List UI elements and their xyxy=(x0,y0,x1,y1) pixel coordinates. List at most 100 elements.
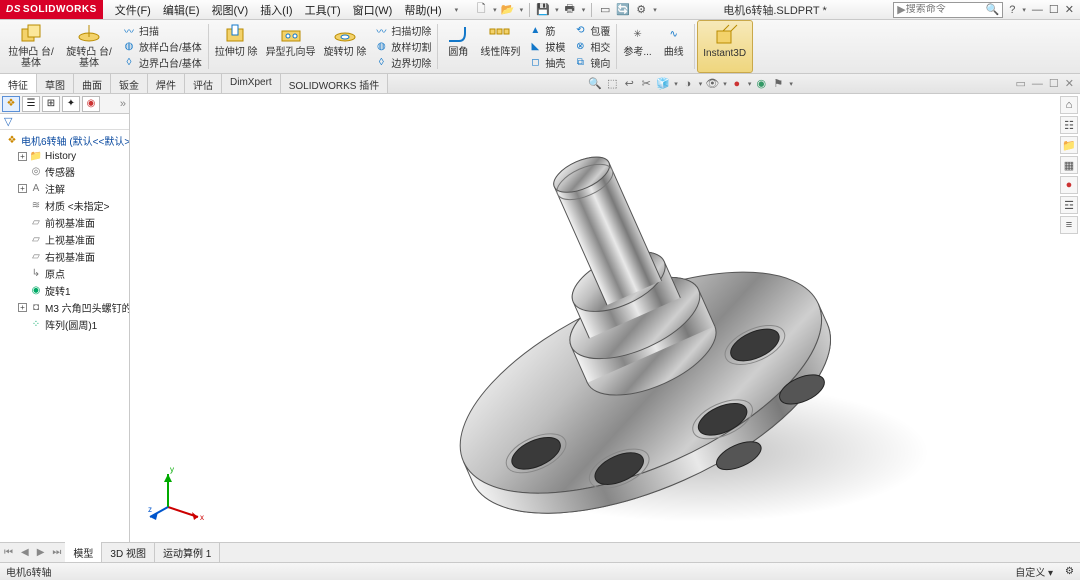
linear-pattern-button[interactable]: 线性阵列 xyxy=(476,20,524,73)
menu-window[interactable]: 窗口(W) xyxy=(347,0,399,20)
expand-icon[interactable]: + xyxy=(18,303,27,312)
tree-node-3[interactable]: ≋材质 <未指定> xyxy=(0,197,129,214)
tree-node-7[interactable]: ↳原点 xyxy=(0,265,129,282)
tree-node-1[interactable]: ◎传感器 xyxy=(0,163,129,180)
rebuild-icon[interactable]: 🔄 xyxy=(616,3,630,17)
search-box[interactable]: ▶ 🔍 xyxy=(893,2,1003,18)
expand-icon[interactable] xyxy=(18,235,27,244)
zoom-fit-icon[interactable]: 🔍 xyxy=(588,77,602,91)
help-drop[interactable]: ▾ xyxy=(1022,6,1026,14)
tree-node-10[interactable]: ⁘阵列(圆周)1 xyxy=(0,316,129,333)
fillet-button[interactable]: 圆角 xyxy=(440,20,476,73)
forum-icon[interactable]: ≡ xyxy=(1060,216,1078,234)
menu-help[interactable]: 帮助(H) xyxy=(398,0,447,20)
doc-restore-icon[interactable]: — xyxy=(1032,78,1043,90)
doc-max-icon[interactable]: ☐ xyxy=(1049,77,1059,90)
expand-icon[interactable] xyxy=(18,252,27,261)
sweep-cut-button[interactable]: 〰扫描切除 xyxy=(374,23,431,38)
open-icon[interactable]: 📂 xyxy=(501,3,515,17)
save-icon[interactable]: 💾 xyxy=(536,3,550,17)
panel-collapse-icon[interactable]: » xyxy=(120,98,129,110)
ref-geom-button[interactable]: ✳参考... xyxy=(619,20,655,73)
filter-row[interactable]: ▽ xyxy=(0,114,129,130)
opt-drop[interactable]: ▾ xyxy=(653,6,657,14)
display-tab[interactable]: ◉ xyxy=(82,96,100,112)
home-icon[interactable]: ⌂ xyxy=(1060,96,1078,114)
shell-button[interactable]: ◻抽壳 xyxy=(528,55,565,70)
minimize-icon[interactable]: — xyxy=(1032,4,1043,16)
mirror-button[interactable]: ⧉镜向 xyxy=(573,55,610,70)
tab-nav-prev-icon[interactable]: ◀ xyxy=(17,547,33,558)
tree-node-0[interactable]: +📁History xyxy=(0,149,129,163)
expand-icon[interactable]: + xyxy=(18,184,27,193)
tab-nav-next-icon[interactable]: ▶ xyxy=(33,547,49,558)
resources-icon[interactable]: ☷ xyxy=(1060,116,1078,134)
menu-tools[interactable]: 工具(T) xyxy=(299,0,347,20)
status-cog-icon[interactable]: ⚙ xyxy=(1065,566,1074,577)
menu-view[interactable]: 视图(V) xyxy=(206,0,255,20)
draft-button[interactable]: ◣拔模 xyxy=(528,39,565,54)
boundary-button[interactable]: ◊边界凸台/基体 xyxy=(122,55,202,70)
expand-icon[interactable] xyxy=(18,269,27,278)
cursor-icon[interactable]: ▭ xyxy=(598,3,612,17)
menu-edit[interactable]: 编辑(E) xyxy=(157,0,206,20)
appearance-icon[interactable]: ● xyxy=(730,77,744,91)
expand-icon[interactable] xyxy=(18,201,27,210)
rib-button[interactable]: ▲筋 xyxy=(528,23,565,38)
property-tab[interactable]: ☰ xyxy=(22,96,40,112)
tree-node-4[interactable]: ▱前视基准面 xyxy=(0,214,129,231)
options-icon[interactable]: ⚙ xyxy=(634,3,648,17)
properties-icon[interactable]: ☲ xyxy=(1060,196,1078,214)
save-drop[interactable]: ▾ xyxy=(555,6,559,14)
expand-icon[interactable] xyxy=(18,286,27,295)
tab-features[interactable]: 特征 xyxy=(0,74,37,93)
revolve-boss-button[interactable]: 旋转凸 台/基体 xyxy=(60,20,118,73)
extrude-cut-button[interactable]: 拉伸切 除 xyxy=(211,20,262,73)
graphics-viewport[interactable]: x y z ⟵ ▶ ⌂ ☷ 📁 ▦ ● ☲ ≡ xyxy=(130,94,1080,562)
tab-nav-first-icon[interactable]: ⏮ xyxy=(0,547,17,558)
tab-dimxpert[interactable]: DimXpert xyxy=(222,74,281,93)
scene-icon[interactable]: ◉ xyxy=(754,77,768,91)
maximize-icon[interactable]: ☐ xyxy=(1049,3,1059,16)
search-input[interactable] xyxy=(906,4,976,15)
bottom-tab-model[interactable]: 模型 xyxy=(65,542,102,563)
tree-root[interactable]: ❖ 电机6转轴 (默认<<默认>_显 xyxy=(0,132,129,149)
tree-node-8[interactable]: ◉旋转1 xyxy=(0,282,129,299)
zoom-area-icon[interactable]: ⬚ xyxy=(605,77,619,91)
intersect-button[interactable]: ⊗相交 xyxy=(573,39,610,54)
tab-addins[interactable]: SOLIDWORKS 插件 xyxy=(281,74,389,93)
appearances-icon[interactable]: ● xyxy=(1060,176,1078,194)
search-go-icon[interactable]: 🔍 xyxy=(986,3,1000,16)
tab-surface[interactable]: 曲面 xyxy=(74,74,111,93)
tree-node-9[interactable]: +◘M3 六角凹头螺钉的柱形沉 xyxy=(0,299,129,316)
wrap-button[interactable]: ⟲包覆 xyxy=(573,23,610,38)
vs-drop[interactable]: ▾ xyxy=(789,80,793,88)
tree-node-5[interactable]: ▱上视基准面 xyxy=(0,231,129,248)
display-style-icon[interactable]: ◑ xyxy=(681,77,695,91)
hide-show-icon[interactable]: 👁 xyxy=(705,77,719,91)
prev-view-icon[interactable]: ↩ xyxy=(622,77,636,91)
appear-drop[interactable]: ▾ xyxy=(748,80,752,88)
extrude-boss-button[interactable]: 拉伸凸 台/基体 xyxy=(2,20,60,73)
tab-sheet[interactable]: 钣金 xyxy=(111,74,148,93)
display-drop[interactable]: ▾ xyxy=(699,80,703,88)
revolve-cut-button[interactable]: 旋转切 除 xyxy=(320,20,371,73)
doc-min-icon[interactable]: ▭ xyxy=(1016,77,1026,90)
loft-button[interactable]: ◍放样凸台/基体 xyxy=(122,39,202,54)
tab-weld[interactable]: 焊件 xyxy=(148,74,185,93)
orient-drop[interactable]: ▾ xyxy=(674,80,678,88)
hole-wizard-button[interactable]: 异型孔向导 xyxy=(262,20,320,73)
hide-drop[interactable]: ▾ xyxy=(723,80,727,88)
instant3d-button[interactable]: Instant3D xyxy=(697,20,753,73)
curves-button[interactable]: ∿曲线 xyxy=(656,20,692,73)
print-drop[interactable]: ▾ xyxy=(582,6,586,14)
tab-evaluate[interactable]: 评估 xyxy=(185,74,222,93)
config-tab[interactable]: ⊞ xyxy=(42,96,60,112)
print-icon[interactable]: 🖶 xyxy=(563,3,577,17)
sweep-button[interactable]: 〰扫描 xyxy=(122,23,202,38)
tree-node-2[interactable]: +A注解 xyxy=(0,180,129,197)
view-orient-icon[interactable]: 🧊 xyxy=(656,77,670,91)
dim-tab[interactable]: ✦ xyxy=(62,96,80,112)
expand-icon[interactable] xyxy=(18,320,27,329)
expand-icon[interactable] xyxy=(18,167,27,176)
